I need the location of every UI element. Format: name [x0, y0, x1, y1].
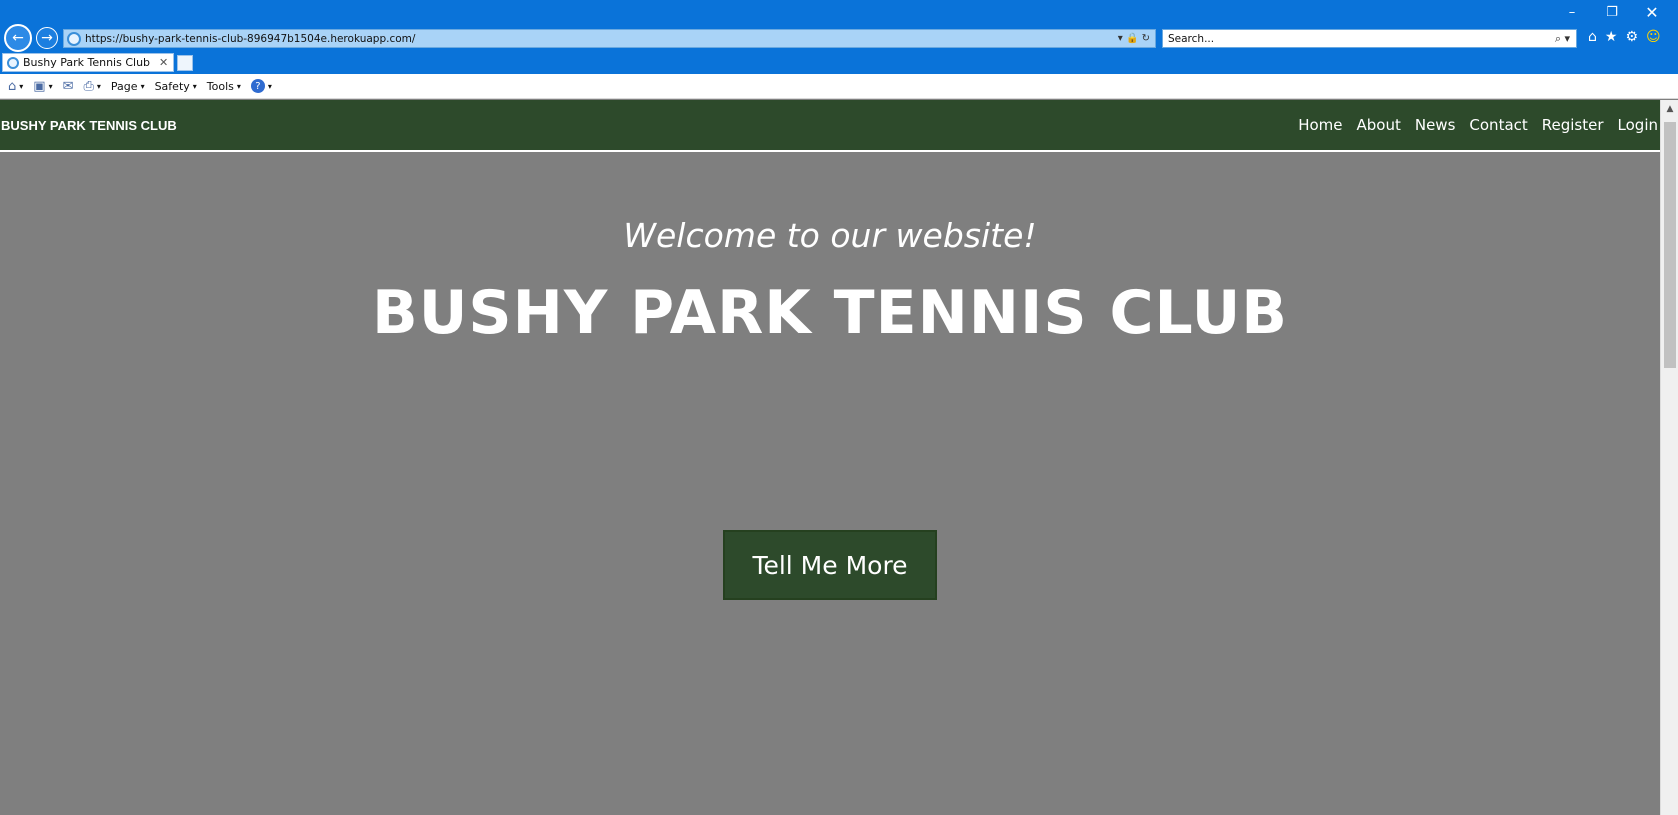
search-input[interactable]: Search... — [1163, 33, 1555, 45]
cmd-feeds[interactable]: ▣ ▾ — [33, 79, 52, 94]
home-icon: ⌂ — [8, 78, 17, 94]
forward-arrow-icon: → — [41, 30, 53, 46]
hero-section: Welcome to our website! BUSHY PARK TENNI… — [0, 154, 1660, 815]
tab-bushy-park[interactable]: Bushy Park Tennis Club ✕ — [2, 53, 174, 72]
forward-button[interactable]: → — [36, 27, 58, 49]
chevron-down-icon: ▾ — [19, 81, 24, 91]
address-bar[interactable]: https://bushy-park-tennis-club-896947b15… — [63, 29, 1156, 48]
search-box[interactable]: Search... ⌕ ▾ — [1162, 29, 1577, 48]
safety-menu-label: Safety — [154, 79, 190, 93]
page-viewport: BUSHY PARK TENNIS CLUB Home About News C… — [0, 100, 1660, 815]
minimize-button[interactable]: – — [1552, 0, 1592, 24]
vertical-scrollbar[interactable]: ▲ — [1660, 100, 1678, 815]
nav-link-register[interactable]: Register — [1542, 116, 1604, 134]
print-icon: ⎙ — [83, 78, 94, 94]
new-tab-button[interactable] — [177, 55, 193, 71]
home-icon[interactable]: ⌂ — [1588, 29, 1597, 45]
cmd-safety[interactable]: Safety ▾ — [155, 80, 197, 93]
tell-me-more-button[interactable]: Tell Me More — [723, 530, 937, 600]
cmd-home[interactable]: ⌂ ▾ — [8, 79, 23, 94]
cmd-mail[interactable]: ✉ — [63, 79, 74, 94]
favorites-star-icon[interactable]: ★ — [1605, 29, 1618, 45]
tab-row: Bushy Park Tennis Club ✕ — [0, 53, 1678, 73]
feedback-smiley-icon[interactable]: ☺ — [1646, 29, 1661, 45]
hero-headline: BUSHY PARK TENNIS CLUB — [371, 278, 1289, 348]
back-arrow-icon: ← — [12, 30, 24, 46]
nav-link-news[interactable]: News — [1415, 116, 1456, 134]
tab-close-icon[interactable]: ✕ — [159, 56, 173, 69]
site-brand[interactable]: BUSHY PARK TENNIS CLUB — [0, 118, 177, 133]
settings-gear-icon[interactable]: ⚙ — [1625, 29, 1638, 45]
help-icon: ? — [250, 79, 265, 93]
address-tools-icons[interactable]: ▾ 🔒 ↻ — [1118, 33, 1155, 44]
window-titlebar: – ❐ ✕ — [0, 0, 1678, 28]
chevron-down-icon: ▾ — [192, 81, 197, 91]
close-window-button[interactable]: ✕ — [1632, 0, 1672, 24]
hero-welcome-text: Welcome to our website! — [623, 216, 1037, 255]
tab-title: Bushy Park Tennis Club — [23, 56, 151, 69]
search-icon[interactable]: ⌕ ▾ — [1555, 32, 1576, 46]
chevron-down-icon: ▾ — [140, 81, 145, 91]
address-url[interactable]: https://bushy-park-tennis-club-896947b15… — [85, 33, 1118, 45]
nav-links: Home About News Contact Register Login — [1298, 116, 1660, 134]
nav-link-home[interactable]: Home — [1298, 116, 1342, 134]
mail-icon: ✉ — [62, 78, 74, 94]
cmd-tools[interactable]: Tools ▾ — [207, 80, 241, 93]
cmd-print[interactable]: ⎙ ▾ — [84, 79, 101, 94]
browser-navigation-row: ← → https://bushy-park-tennis-club-89694… — [0, 24, 1678, 52]
cmd-page[interactable]: Page ▾ — [111, 80, 145, 93]
ie-page-icon — [67, 31, 81, 46]
nav-link-login[interactable]: Login — [1618, 116, 1658, 134]
maximize-button[interactable]: ❐ — [1592, 0, 1632, 24]
site-navbar: BUSHY PARK TENNIS CLUB Home About News C… — [0, 100, 1660, 152]
nav-link-about[interactable]: About — [1357, 116, 1401, 134]
nav-link-contact[interactable]: Contact — [1469, 116, 1527, 134]
feeds-icon: ▣ — [33, 78, 46, 94]
page-menu-label: Page — [110, 79, 138, 93]
scroll-up-arrow-icon[interactable]: ▲ — [1661, 100, 1678, 118]
tab-favicon-icon — [7, 56, 19, 69]
back-button[interactable]: ← — [4, 24, 32, 52]
tools-menu-label: Tools — [206, 79, 234, 93]
scrollbar-thumb[interactable] — [1664, 122, 1676, 368]
browser-right-icons: ⌂ ★ ⚙ ☺ — [1588, 29, 1661, 45]
command-bar: ⌂ ▾ ▣ ▾ ✉ ⎙ ▾ Page ▾ Safety ▾ Tools ▾ ? … — [0, 74, 1678, 99]
chevron-down-icon: ▾ — [96, 81, 101, 91]
chevron-down-icon: ▾ — [236, 81, 241, 91]
cmd-help[interactable]: ? ▾ — [250, 79, 272, 93]
chevron-down-icon: ▾ — [48, 81, 53, 91]
chevron-down-icon: ▾ — [267, 81, 272, 91]
